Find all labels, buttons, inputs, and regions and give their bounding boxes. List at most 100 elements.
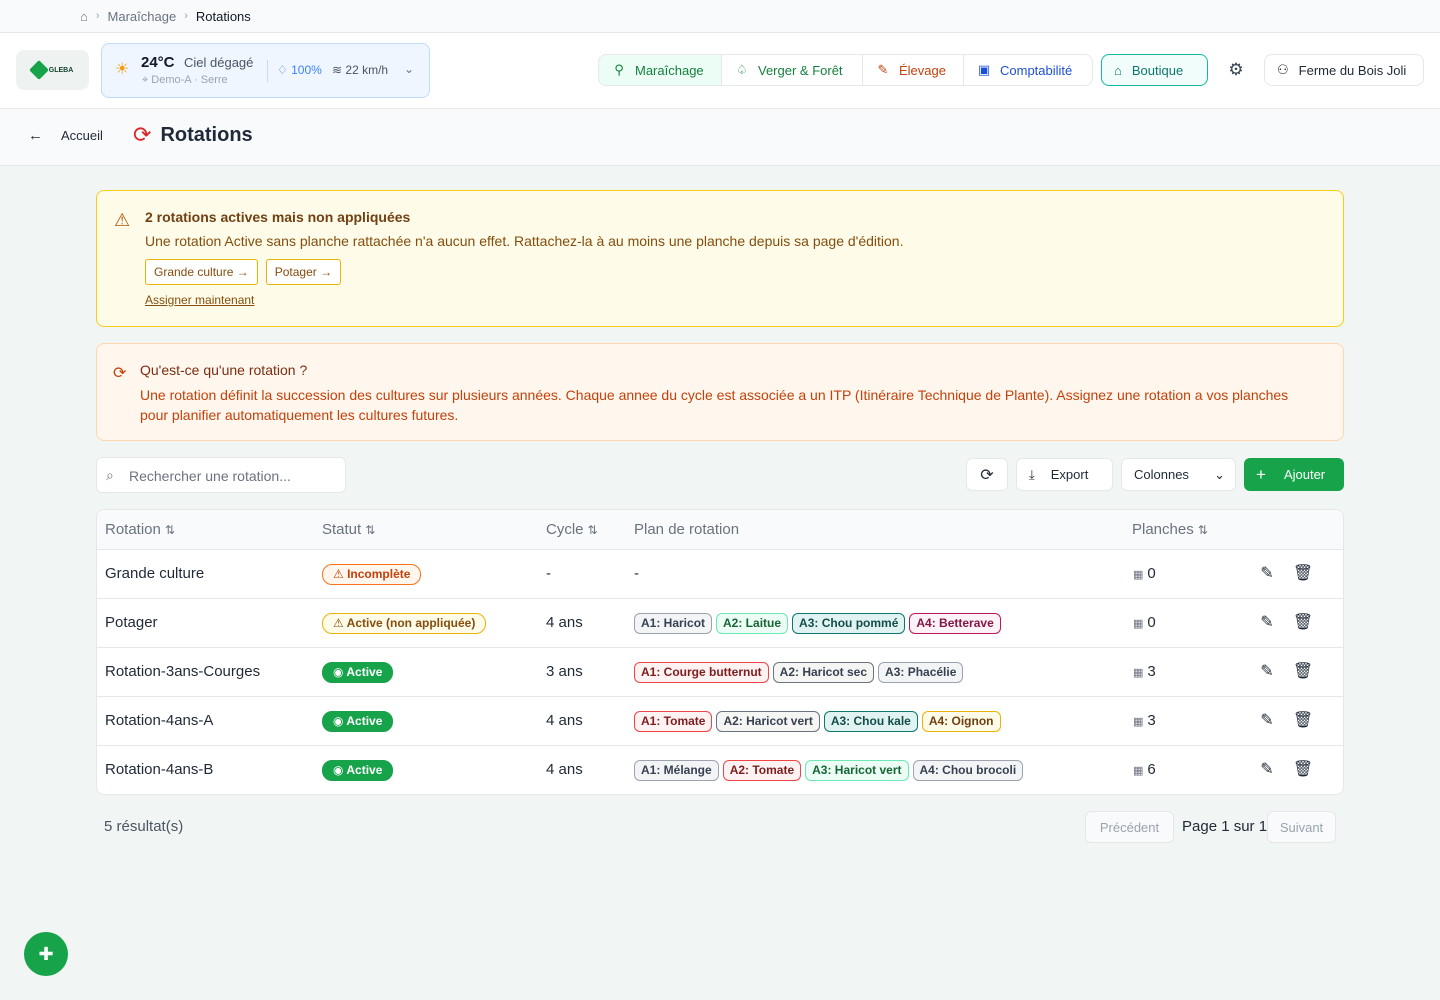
sort-icon: ⇅	[587, 523, 598, 537]
store-icon: ⌂	[1114, 62, 1122, 78]
weather-condition: Ciel dégagé	[184, 55, 254, 70]
info-title: Qu'est-ce qu'une rotation ?	[140, 362, 308, 378]
column-header-label: Cycle	[546, 521, 584, 538]
grid-icon: ▦	[1133, 618, 1144, 630]
module-comptabilite[interactable]: ▣ Comptabilité	[964, 55, 1092, 85]
module-elevage[interactable]: ✎ Élevage	[863, 55, 964, 85]
status-label: Active (non appliquée)	[346, 616, 476, 630]
planches-value: 3	[1147, 712, 1156, 729]
trash-icon[interactable]: 🗑	[1292, 612, 1314, 634]
status-badge: ◉ Active	[322, 711, 394, 732]
table-row[interactable]: Rotation-4ans-A ◉ Active 4 ans A1: Tomate A2…	[97, 697, 1343, 746]
column-header-rotation[interactable]: Rotation ⇅	[105, 521, 175, 538]
plan-year-tag: A3: Chou pommé	[792, 613, 906, 634]
planches-value: 0	[1147, 565, 1156, 582]
plan-year-tag: A1: Courge butternut	[634, 662, 769, 683]
rotation-name[interactable]: Grande culture	[105, 565, 204, 582]
grid-icon: ▦	[1133, 667, 1144, 679]
column-header-planches[interactable]: Planches ⇅	[1132, 521, 1208, 538]
next-page-button[interactable]: Suivant	[1267, 811, 1336, 843]
rotation-name[interactable]: Rotation-4ans-B	[105, 761, 213, 778]
alert-triangle-icon: ⚠	[333, 567, 348, 581]
breadcrumb: ⌂ › Maraîchage › Rotations	[0, 0, 1440, 33]
planches-value: 3	[1147, 663, 1156, 680]
weather-widget[interactable]: ☀ 24°C Ciel dégagé ⌖ Demo-A · Serre ♢ 10…	[101, 43, 430, 98]
status-label: Active	[346, 714, 383, 728]
warning-link-potager[interactable]: Potager →	[265, 259, 342, 285]
add-rotation-button[interactable]: + Ajouter	[1244, 458, 1344, 491]
trash-icon[interactable]: 🗑	[1292, 710, 1314, 732]
droplet-icon: ♢	[277, 63, 288, 77]
table-row[interactable]: Rotation-3ans-Courges ◉ Active 3 ans A1: Co…	[97, 648, 1343, 697]
cycle-value: 3 ans	[546, 663, 583, 680]
back-button[interactable]: ← Accueil	[28, 127, 103, 144]
export-label: Export	[1050, 467, 1089, 482]
warning-link-grande-culture[interactable]: Grande culture →	[145, 259, 258, 285]
breadcrumb-item-maraichage[interactable]: Maraîchage	[108, 9, 177, 24]
page-indicator: Page 1 sur 1	[1182, 818, 1268, 835]
rotate-icon: ⟳	[133, 122, 152, 147]
check-circle-icon: ◉	[333, 665, 347, 679]
rotations-table: Rotation ⇅ Statut ⇅ Cycle ⇅ Plan de rotatio…	[96, 509, 1344, 795]
planches-value: 0	[1147, 614, 1156, 631]
refresh-icon: ⟳	[980, 466, 994, 484]
edit-icon[interactable]: ✎	[1256, 612, 1278, 634]
table-row[interactable]: Rotation-4ans-B ◉ Active 4 ans A1: Mélange A…	[97, 746, 1343, 794]
columns-label: Colonnes	[1134, 467, 1189, 482]
table-header: Rotation ⇅ Statut ⇅ Cycle ⇅ Plan de rotatio…	[97, 510, 1343, 550]
app-logo[interactable]: GLEBA	[16, 50, 89, 90]
sprout-icon: ⚲	[614, 62, 624, 77]
column-header-label: Plan de rotation	[634, 521, 740, 538]
shop-button[interactable]: ⌂ Boutique	[1101, 54, 1208, 86]
plan-year-tag: A2: Laitue	[716, 613, 789, 634]
weather-location-text: Demo-A · Serre	[151, 74, 228, 86]
sort-icon: ⇅	[164, 523, 175, 537]
warning-title: 2 rotations actives mais non appliquées	[145, 209, 411, 225]
wallet-icon: ▣	[977, 62, 991, 77]
edit-icon[interactable]: ✎	[1256, 661, 1278, 683]
plus-icon: +	[1256, 465, 1266, 484]
rotation-name[interactable]: Potager	[105, 614, 158, 631]
trash-icon[interactable]: 🗑	[1292, 563, 1314, 585]
column-header-label: Rotation	[105, 521, 161, 538]
module-maraichage[interactable]: ⚲ Maraîchage	[599, 55, 722, 85]
edit-icon[interactable]: ✎	[1256, 563, 1278, 585]
page-title-bar: ← Accueil ⟳ Rotations	[0, 109, 1440, 166]
grid-icon: ▦	[1133, 765, 1144, 777]
rotation-name[interactable]: Rotation-3ans-Courges	[105, 663, 260, 680]
carrot-icon: ✎	[877, 62, 889, 77]
module-verger-foret[interactable]: ♤ Verger & Forêt	[722, 55, 863, 85]
trash-icon[interactable]: 🗑	[1292, 661, 1314, 683]
cycle-value: -	[546, 565, 551, 582]
refresh-button[interactable]: ⟳	[966, 458, 1008, 491]
home-icon[interactable]: ⌂	[80, 9, 88, 24]
gear-icon[interactable]: ⚙	[1224, 58, 1248, 82]
column-header-cycle[interactable]: Cycle ⇅	[546, 521, 598, 538]
export-button[interactable]: ⤓ Export	[1016, 458, 1113, 491]
check-circle-icon: ◉	[333, 714, 347, 728]
sun-icon: ☀	[115, 61, 130, 78]
sort-icon: ⇅	[1197, 523, 1208, 537]
trash-icon[interactable]: 🗑	[1292, 759, 1314, 781]
table-row[interactable]: Grande culture ⚠ Incomplète - - ▦ 0 ✎ 🗑	[97, 550, 1343, 599]
status-badge: ◉ Active	[322, 662, 394, 683]
rotation-name[interactable]: Rotation-4ans-A	[105, 712, 213, 729]
column-header-status[interactable]: Statut ⇅	[322, 521, 375, 538]
previous-page-button[interactable]: Précédent	[1085, 811, 1174, 843]
module-label: Verger & Forêt	[758, 62, 843, 78]
assign-now-link[interactable]: Assigner maintenant	[145, 293, 254, 307]
column-header-label: Statut	[322, 521, 362, 538]
alert-triangle-icon: ⚠	[333, 616, 347, 630]
plan-year-tag: A2: Haricot sec	[772, 662, 875, 683]
breadcrumb-item-current: Rotations	[195, 8, 251, 24]
chat-button[interactable]: ✚	[24, 932, 68, 976]
columns-dropdown[interactable]: Colonnes ⌄	[1121, 458, 1236, 491]
search-box: ⌕	[96, 457, 346, 493]
plan-year-tag: A1: Haricot	[634, 613, 713, 634]
farm-selector-button[interactable]: ⚇ Ferme du Bois Joli	[1264, 54, 1424, 86]
chevron-down-icon[interactable]: ⌄	[404, 62, 414, 76]
table-row[interactable]: Potager ⚠ Active (non appliquée) 4 ans A1: …	[97, 599, 1343, 648]
edit-icon[interactable]: ✎	[1256, 710, 1278, 732]
search-input[interactable]	[129, 466, 334, 486]
edit-icon[interactable]: ✎	[1256, 759, 1278, 781]
